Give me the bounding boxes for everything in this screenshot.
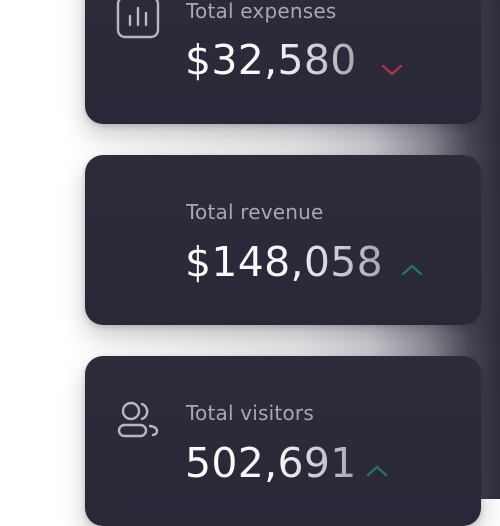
- stat-value: $32,580: [185, 36, 357, 84]
- stat-value: 502,691: [185, 439, 357, 487]
- bar-chart-icon: [115, 0, 163, 42]
- stat-label: Total visitors: [186, 401, 314, 425]
- trend-up-icon: [366, 464, 388, 478]
- stat-card-total-visitors[interactable]: Total visitors 502,691: [85, 356, 481, 526]
- users-icon: [115, 398, 163, 446]
- stat-label: Total expenses: [186, 0, 337, 23]
- stat-label: Total revenue: [186, 200, 324, 224]
- stat-card-total-expenses[interactable]: Total expenses $32,580: [85, 0, 481, 124]
- trend-up-icon: [401, 263, 423, 277]
- stat-value: $148,058: [185, 238, 384, 286]
- stat-card-total-revenue[interactable]: Total revenue $148,058: [85, 155, 481, 325]
- trend-down-icon: [381, 63, 403, 77]
